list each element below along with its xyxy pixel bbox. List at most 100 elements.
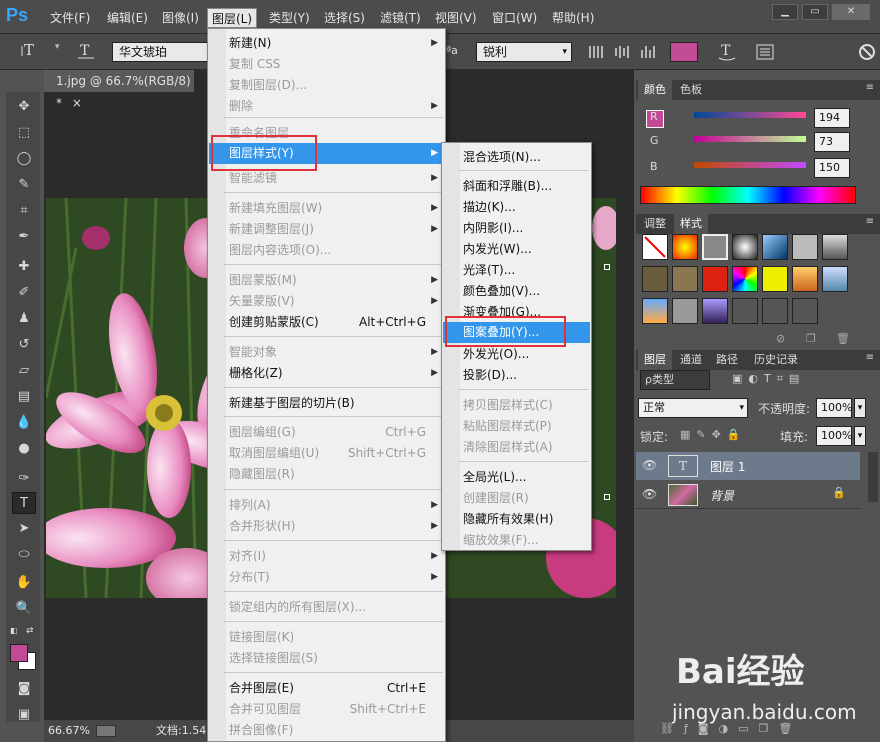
- document-tab[interactable]: 1.jpg @ 66.7%(RGB/8) * ×: [44, 70, 194, 110]
- eraser-tool-icon[interactable]: ▱: [12, 360, 36, 382]
- transform-handle[interactable]: [604, 494, 610, 500]
- layer-menu-item[interactable]: 删除 ▶: [209, 96, 444, 117]
- transform-handle[interactable]: [604, 264, 610, 270]
- blue-slider[interactable]: [694, 162, 806, 168]
- lasso-tool-icon[interactable]: ◯: [12, 148, 36, 170]
- chevron-down-icon[interactable]: ▾: [854, 398, 866, 418]
- style-menu-item[interactable]: 外发光(O)...: [443, 344, 590, 365]
- antialias-select[interactable]: 锐利 ▾: [476, 42, 572, 62]
- zoom-tool-icon[interactable]: 🔍: [12, 598, 36, 620]
- red-value[interactable]: 194: [814, 108, 850, 128]
- layer-menu-item[interactable]: 拼合图像(F): [209, 720, 444, 741]
- style-menu-item[interactable]: 斜面和浮雕(B)...: [443, 176, 590, 197]
- style-swatch[interactable]: [732, 266, 758, 292]
- layer-menu-item[interactable]: 选择链接图层(S): [209, 648, 444, 669]
- move-tool-icon[interactable]: ✥: [12, 96, 36, 118]
- layer-menu-item[interactable]: 重命名图层...: [209, 123, 444, 144]
- gradient-tool-icon[interactable]: ▤: [12, 386, 36, 408]
- healing-brush-icon[interactable]: ✚: [12, 256, 36, 278]
- style-menu-item[interactable]: 清除图层样式(A): [443, 437, 590, 458]
- quick-select-tool-icon[interactable]: ✎: [12, 174, 36, 196]
- layer-menu-item[interactable]: 排列(A) ▶: [209, 495, 444, 516]
- history-brush-icon[interactable]: ↺: [12, 334, 36, 356]
- blur-tool-icon[interactable]: 💧: [12, 412, 36, 434]
- style-swatch[interactable]: [642, 266, 668, 292]
- crop-tool-icon[interactable]: ⌗: [12, 200, 36, 222]
- menu-layer[interactable]: 图层(L): [207, 8, 258, 28]
- screen-mode-icon[interactable]: ▣: [12, 704, 36, 726]
- style-menu-item[interactable]: 内发光(W)...: [443, 239, 590, 260]
- style-swatch[interactable]: [672, 266, 698, 292]
- dodge-tool-icon[interactable]: ●: [12, 438, 36, 460]
- type-tool-icon[interactable]: T: [12, 492, 36, 514]
- menu-filter[interactable]: 滤镜(T): [376, 8, 425, 28]
- panel-menu-icon[interactable]: ≡: [866, 352, 874, 363]
- eye-icon[interactable]: 👁: [642, 487, 657, 501]
- menu-window[interactable]: 窗口(W): [488, 8, 541, 28]
- clone-stamp-icon[interactable]: ♟: [12, 308, 36, 330]
- marquee-tool-icon[interactable]: ⬚: [12, 122, 36, 144]
- align-left-icon[interactable]: [586, 42, 608, 62]
- new-style-icon[interactable]: ❐: [806, 332, 816, 345]
- close-icon[interactable]: ×: [72, 96, 82, 110]
- minimize-button[interactable]: ▁: [772, 4, 798, 20]
- ellipse-tool-icon[interactable]: ⬭: [12, 544, 36, 566]
- style-swatch[interactable]: [762, 266, 788, 292]
- style-menu-item[interactable]: 投影(D)...: [443, 365, 590, 386]
- style-menu-item[interactable]: 光泽(T)...: [443, 260, 590, 281]
- menu-type[interactable]: 类型(Y): [265, 8, 314, 28]
- pen-tool-icon[interactable]: ✑: [12, 468, 36, 490]
- tab-color[interactable]: 颜色: [638, 80, 672, 100]
- quick-mask-icon[interactable]: ◙: [12, 678, 36, 700]
- style-swatch[interactable]: [702, 234, 728, 260]
- align-right-icon[interactable]: [638, 42, 660, 62]
- style-swatch[interactable]: [822, 266, 848, 292]
- layer-name[interactable]: 背景: [710, 487, 734, 504]
- style-swatch[interactable]: [732, 234, 758, 260]
- style-menu-item[interactable]: 颜色叠加(V)...: [443, 281, 590, 302]
- tab-swatches[interactable]: 色板: [674, 80, 708, 100]
- tab-history[interactable]: 历史记录: [748, 350, 804, 370]
- menu-select[interactable]: 选择(S): [320, 8, 369, 28]
- blue-value[interactable]: 150: [814, 158, 850, 178]
- layer-menu-item[interactable]: 合并可见图层 Shift+Ctrl+E: [209, 699, 444, 720]
- default-colors-icon[interactable]: ◧: [10, 626, 20, 636]
- style-menu-item[interactable]: 粘贴图层样式(P): [443, 416, 590, 437]
- layer-menu-item[interactable]: 锁定组内的所有图层(X)...: [209, 597, 444, 618]
- layer-menu-item[interactable]: 新建填充图层(W) ▶: [209, 198, 444, 219]
- style-menu-item[interactable]: 图案叠加(Y)...: [443, 322, 590, 343]
- chevron-down-icon[interactable]: ▾: [854, 426, 866, 446]
- status-icon[interactable]: [96, 725, 116, 737]
- fill-value[interactable]: 100%: [816, 426, 852, 446]
- foreground-color-swatch[interactable]: [10, 644, 28, 662]
- cancel-icon[interactable]: [856, 41, 878, 63]
- opacity-value[interactable]: 100%: [816, 398, 852, 418]
- layer-menu-item[interactable]: 对齐(I) ▶: [209, 546, 444, 567]
- style-swatch[interactable]: [642, 298, 668, 324]
- red-slider[interactable]: [694, 112, 806, 118]
- layer-menu-item[interactable]: 图层编组(G) Ctrl+G: [209, 422, 444, 443]
- style-menu-item[interactable]: 描边(K)...: [443, 197, 590, 218]
- chevron-down-icon[interactable]: ▾: [55, 42, 60, 52]
- path-select-tool-icon[interactable]: ➤: [12, 518, 36, 540]
- style-swatch[interactable]: [762, 298, 788, 324]
- style-swatch[interactable]: [672, 234, 698, 260]
- style-swatch[interactable]: [792, 266, 818, 292]
- brush-tool-icon[interactable]: ✐: [12, 282, 36, 304]
- tab-layers[interactable]: 图层: [638, 350, 672, 370]
- maximize-button[interactable]: ▭: [802, 4, 828, 20]
- menu-file[interactable]: 文件(F): [46, 8, 94, 28]
- layer-menu-item[interactable]: 新建(N) ▶: [209, 33, 444, 54]
- layer-menu-item[interactable]: 图层内容选项(O)...: [209, 240, 444, 261]
- layer-menu-item[interactable]: 复制 CSS: [209, 54, 444, 75]
- tab-styles[interactable]: 样式: [674, 214, 708, 234]
- clear-style-icon[interactable]: ⊘: [776, 332, 785, 345]
- layer-menu-item[interactable]: 分布(T) ▶: [209, 567, 444, 588]
- tab-channels[interactable]: 通道: [674, 350, 708, 370]
- delete-style-icon[interactable]: 🗑: [836, 332, 850, 345]
- text-orientation-icon[interactable]: T: [74, 40, 98, 62]
- style-swatch[interactable]: [792, 298, 818, 324]
- blend-mode-select[interactable]: 正常 ▾: [638, 398, 748, 418]
- hand-tool-icon[interactable]: ✋: [12, 572, 36, 594]
- layer-filter-select[interactable]: ρ类型: [640, 370, 710, 390]
